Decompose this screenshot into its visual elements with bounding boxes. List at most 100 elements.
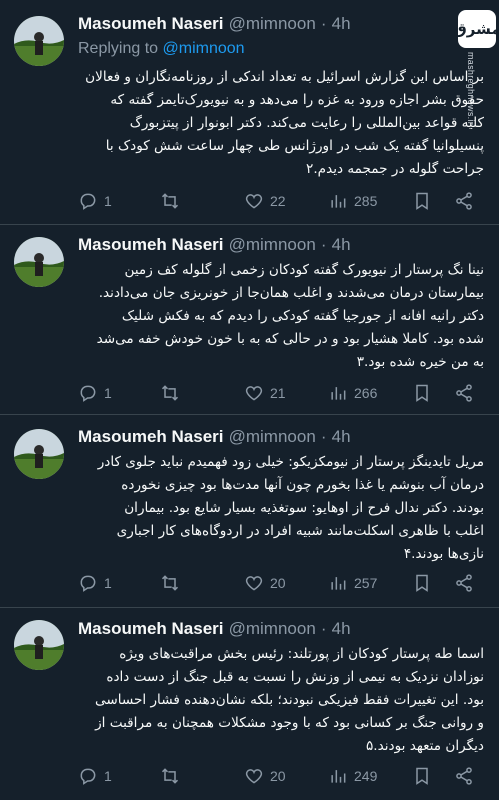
share-button[interactable] bbox=[454, 764, 480, 788]
tweet-text-line: بر اساس این گزارش اسرائیل به تعداد اندکی… bbox=[85, 69, 484, 85]
timestamp[interactable]: 4h bbox=[332, 235, 351, 254]
tweet[interactable]: Masoumeh Naseri @mimnoon · 4h مریل تایدی… bbox=[0, 415, 499, 608]
share-icon bbox=[456, 574, 472, 592]
share-button[interactable] bbox=[454, 381, 480, 405]
views-count: 257 bbox=[354, 575, 378, 591]
author-name[interactable]: Masoumeh Naseri bbox=[78, 14, 224, 33]
author-handle[interactable]: @mimnoon bbox=[229, 427, 316, 446]
views-button[interactable]: 266 bbox=[328, 381, 377, 405]
avatar[interactable] bbox=[14, 620, 64, 670]
bookmark-button[interactable] bbox=[412, 571, 438, 595]
tweet-text-line: نینا نگ پرستار از نیویورک گفته کودکان زخ… bbox=[124, 262, 484, 278]
separator-dot: · bbox=[320, 235, 327, 254]
reply-button[interactable]: 1 bbox=[78, 381, 112, 405]
replying-to: Replying to @mimnoon bbox=[78, 40, 245, 58]
reply-button[interactable]: 1 bbox=[78, 189, 112, 213]
retweet-icon bbox=[161, 193, 179, 209]
avatar[interactable] bbox=[14, 16, 64, 66]
tweet-actions: 1 21 266 bbox=[78, 381, 483, 405]
author-name[interactable]: Masoumeh Naseri bbox=[78, 235, 224, 254]
reply-icon bbox=[80, 768, 96, 785]
replying-to-mention[interactable]: @mimnoon bbox=[163, 40, 245, 57]
bookmark-button[interactable] bbox=[412, 189, 438, 213]
share-button[interactable] bbox=[454, 571, 480, 595]
share-button[interactable] bbox=[454, 189, 480, 213]
separator-dot: · bbox=[320, 619, 327, 638]
tweet-header: Masoumeh Naseri @mimnoon · 4h bbox=[78, 14, 351, 34]
like-count: 21 bbox=[270, 385, 286, 401]
tweet-text-line: پنسیلوانیا گفته یک شب در اورژانس طی چهار… bbox=[105, 138, 484, 154]
reply-icon bbox=[80, 385, 96, 402]
avatar[interactable] bbox=[14, 237, 64, 287]
retweet-button[interactable] bbox=[160, 571, 186, 595]
reply-count: 1 bbox=[104, 385, 112, 401]
reply-icon bbox=[80, 193, 96, 210]
author-name[interactable]: Masoumeh Naseri bbox=[78, 619, 224, 638]
author-handle[interactable]: @mimnoon bbox=[229, 14, 316, 33]
analytics-icon bbox=[331, 387, 346, 400]
like-count: 20 bbox=[270, 575, 286, 591]
tweet-header: Masoumeh Naseri @mimnoon · 4h bbox=[78, 619, 351, 639]
tweet-text-line: مریل تایدینگز پرستار از نیومکزیکو: خیلی … bbox=[97, 454, 484, 470]
like-button[interactable]: 21 bbox=[244, 381, 286, 405]
author-handle[interactable]: @mimnoon bbox=[229, 235, 316, 254]
retweet-button[interactable] bbox=[160, 189, 186, 213]
bookmark-icon bbox=[416, 384, 428, 402]
like-button[interactable]: 22 bbox=[244, 189, 286, 213]
tweet-text-line: حقوق بشر اجازه ورود به غزه را می‌دهد و ب… bbox=[110, 92, 484, 108]
views-count: 249 bbox=[354, 768, 378, 784]
bookmark-icon bbox=[416, 767, 428, 785]
tweet[interactable]: Masoumeh Naseri @mimnoon · 4h Replying t… bbox=[0, 0, 499, 225]
replying-to-label: Replying to bbox=[78, 40, 159, 57]
like-count: 22 bbox=[270, 193, 286, 209]
reply-button[interactable]: 1 bbox=[78, 571, 112, 595]
tweet-text: مریل تایدینگز پرستار از نیومکزیکو: خیلی … bbox=[78, 451, 484, 566]
reply-button[interactable]: 1 bbox=[78, 764, 112, 788]
retweet-icon bbox=[161, 768, 179, 784]
analytics-icon bbox=[331, 577, 346, 590]
bookmark-icon bbox=[416, 574, 428, 592]
views-count: 266 bbox=[354, 385, 378, 401]
tweet-header: Masoumeh Naseri @mimnoon · 4h bbox=[78, 235, 351, 255]
author-name[interactable]: Masoumeh Naseri bbox=[78, 427, 224, 446]
views-button[interactable]: 257 bbox=[328, 571, 377, 595]
share-icon bbox=[456, 767, 472, 785]
tweet-text-line: بود. این تغییرات فقط فیزیکی نبودند؛ بلکه… bbox=[95, 692, 484, 708]
bookmark-button[interactable] bbox=[412, 381, 438, 405]
reply-icon bbox=[80, 575, 96, 592]
retweet-button[interactable] bbox=[160, 381, 186, 405]
tweet-text-line: و روانی جنگ بر کسانی بود که با وجود مشکل… bbox=[95, 715, 484, 731]
views-button[interactable]: 285 bbox=[328, 189, 377, 213]
like-count: 20 bbox=[270, 768, 286, 784]
bookmark-button[interactable] bbox=[412, 764, 438, 788]
tweet[interactable]: Masoumeh Naseri @mimnoon · 4h نینا نگ پر… bbox=[0, 225, 499, 415]
timestamp[interactable]: 4h bbox=[332, 14, 351, 33]
views-button[interactable]: 249 bbox=[328, 764, 377, 788]
avatar[interactable] bbox=[14, 429, 64, 479]
tweet-text-line: به من خیره شده بود.۳ bbox=[356, 354, 484, 370]
timestamp[interactable]: 4h bbox=[332, 619, 351, 638]
like-button[interactable]: 20 bbox=[244, 764, 286, 788]
tweet-text-line: کلیه قواعد بین‌المللی را رعایت می‌کند. د… bbox=[129, 115, 484, 131]
tweet-text-line: درمان آب بنوشم یا غذا بخورم چون آنها مدت… bbox=[121, 477, 484, 493]
tweet-text-line: دکتر رانیه افانه از جورجیا گفته کودکی را… bbox=[121, 308, 484, 324]
analytics-icon bbox=[331, 770, 346, 783]
tweet-text-line: بیمارستان درمان می‌شدند و اغلب همان‌جا ا… bbox=[98, 285, 484, 301]
tweet-text: بر اساس این گزارش اسرائیل به تعداد اندکی… bbox=[78, 66, 484, 181]
analytics-icon bbox=[331, 195, 346, 208]
retweet-button[interactable] bbox=[160, 764, 186, 788]
heart-icon bbox=[245, 194, 263, 209]
separator-dot: · bbox=[320, 14, 327, 33]
reply-count: 1 bbox=[104, 575, 112, 591]
share-icon bbox=[456, 192, 472, 210]
tweet-actions: 1 22 285 bbox=[78, 189, 483, 213]
timestamp[interactable]: 4h bbox=[332, 427, 351, 446]
tweet[interactable]: Masoumeh Naseri @mimnoon · 4h اسما طه پر… bbox=[0, 608, 499, 800]
tweet-text: نینا نگ پرستار از نیویورک گفته کودکان زخ… bbox=[78, 259, 484, 374]
author-handle[interactable]: @mimnoon bbox=[229, 619, 316, 638]
like-button[interactable]: 20 bbox=[244, 571, 286, 595]
tweet-header: Masoumeh Naseri @mimnoon · 4h bbox=[78, 427, 351, 447]
tweet-text-line: شده بود. کاملا هشیار بود و در حالی که به… bbox=[96, 331, 484, 347]
tweet-text-line: جراحت گلوله در جمجمه دیدم.۲ bbox=[306, 161, 484, 177]
tweet-text-line: اسما طه پرستار کودکان از پورتلند: رئیس ب… bbox=[119, 646, 484, 662]
